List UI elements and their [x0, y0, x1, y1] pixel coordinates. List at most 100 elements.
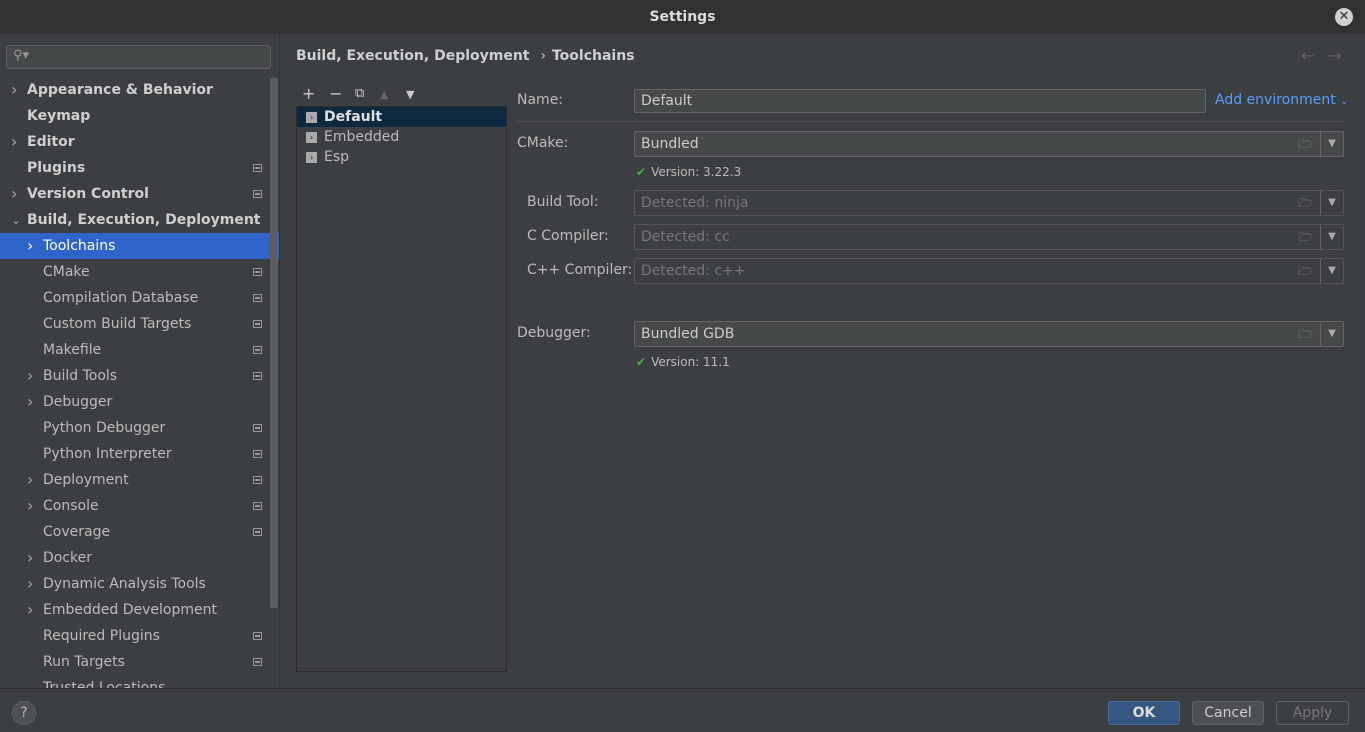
chevron-right-icon[interactable]: ›: [27, 571, 33, 597]
add-environment-link[interactable]: Add environment ⌄: [1215, 92, 1349, 108]
dropdown-arrow-icon[interactable]: ▼: [1320, 191, 1343, 215]
path-combo[interactable]: Bundled GDB 🗁 ▼: [634, 321, 1344, 347]
path-combo[interactable]: Detected: ninja 🗁 ▼: [634, 190, 1344, 216]
chevron-right-icon[interactable]: ›: [27, 597, 33, 623]
sidebar-item[interactable]: › Build Tools: [0, 363, 270, 389]
breadcrumb-current: Toolchains: [551, 48, 635, 64]
ok-button[interactable]: OK: [1108, 701, 1180, 725]
sidebar-item[interactable]: › Deployment: [0, 467, 270, 493]
dropdown-arrow-icon[interactable]: ▼: [1320, 225, 1343, 249]
path-combo[interactable]: Detected: c++ 🗁 ▼: [634, 258, 1344, 284]
chevron-right-icon[interactable]: ›: [11, 181, 17, 207]
sidebar-item-label: CMake: [43, 264, 90, 280]
sidebar-item[interactable]: Compilation Database: [0, 285, 270, 311]
sidebar-item[interactable]: Custom Build Targets: [0, 311, 270, 337]
field-value: Detected: ninja: [641, 195, 749, 211]
add-icon[interactable]: +: [302, 84, 315, 103]
folder-icon[interactable]: 🗁: [1298, 322, 1313, 346]
dropdown-arrow-icon[interactable]: ▼: [1320, 132, 1343, 156]
toolchain-label: Default: [324, 109, 383, 125]
project-settings-icon: [253, 476, 262, 484]
back-arrow-icon[interactable]: ←: [1301, 46, 1314, 65]
toolchain-icon: ›: [306, 132, 317, 143]
sidebar-item[interactable]: Plugins: [0, 155, 270, 181]
sidebar-item-label: Version Control: [27, 186, 149, 202]
sidebar-item[interactable]: Keymap: [0, 103, 270, 129]
chevron-right-icon[interactable]: ›: [27, 389, 33, 415]
field-label: C++ Compiler:: [527, 262, 633, 278]
chevron-down-icon: ⌄: [1340, 96, 1349, 107]
field-label: CMake:: [517, 135, 569, 151]
move-up-icon[interactable]: ▲: [380, 88, 388, 101]
breadcrumb-parent[interactable]: Build, Execution, Deployment: [296, 48, 530, 64]
sidebar-item[interactable]: › Debugger: [0, 389, 270, 415]
name-value: Default: [641, 93, 693, 109]
cancel-button[interactable]: Cancel: [1192, 701, 1264, 725]
divider: [517, 121, 1343, 122]
help-button[interactable]: ?: [12, 701, 36, 725]
sidebar-item[interactable]: › Docker: [0, 545, 270, 571]
copy-icon[interactable]: ⧉: [355, 86, 364, 101]
chevron-right-icon[interactable]: ›: [27, 363, 33, 389]
dropdown-arrow-icon[interactable]: ▼: [1320, 259, 1343, 283]
folder-icon[interactable]: 🗁: [1298, 259, 1313, 283]
sidebar-scrollbar[interactable]: [270, 78, 278, 608]
sidebar-item[interactable]: › Console: [0, 493, 270, 519]
chevron-right-icon[interactable]: ›: [27, 467, 33, 493]
chevron-right-icon[interactable]: ›: [27, 545, 33, 571]
sidebar-item-label: Appearance & Behavior: [27, 82, 213, 98]
toolchain-icon: ›: [306, 112, 317, 123]
path-combo[interactable]: Detected: cc 🗁 ▼: [634, 224, 1344, 250]
folder-icon[interactable]: 🗁: [1298, 132, 1313, 156]
sidebar-item[interactable]: › Dynamic Analysis Tools: [0, 571, 270, 597]
dropdown-arrow-icon[interactable]: ▼: [1320, 322, 1343, 346]
search-input[interactable]: ⚲▾: [6, 45, 271, 69]
sidebar-item[interactable]: › Editor: [0, 129, 270, 155]
project-settings-icon: [253, 424, 262, 432]
toolchain-label: Embedded: [324, 129, 400, 145]
field-value: Detected: c++: [641, 263, 746, 279]
path-combo[interactable]: Bundled 🗁 ▼: [634, 131, 1344, 157]
field-value: Bundled: [641, 136, 699, 152]
sidebar-item-label: Trusted Locations: [43, 680, 166, 688]
field-label: C Compiler:: [527, 228, 609, 244]
sidebar-item[interactable]: › Embedded Development: [0, 597, 270, 623]
move-down-icon[interactable]: ▼: [406, 88, 414, 101]
chevron-right-icon[interactable]: ›: [27, 233, 33, 259]
chevron-down-icon[interactable]: ⌄: [11, 207, 21, 233]
folder-icon[interactable]: 🗁: [1298, 191, 1313, 215]
sidebar-item[interactable]: Trusted Locations: [0, 675, 270, 688]
chevron-right-icon[interactable]: ›: [11, 129, 17, 155]
toolchain-item[interactable]: › Default: [297, 107, 506, 127]
sidebar-item[interactable]: ⌄ Build, Execution, Deployment: [0, 207, 270, 233]
chevron-right-icon[interactable]: ›: [27, 493, 33, 519]
debugger-version-text: Version: 11.1: [651, 355, 730, 369]
sidebar-item[interactable]: Required Plugins: [0, 623, 270, 649]
project-settings-icon: [253, 658, 262, 666]
sidebar-item-label: Toolchains: [43, 238, 116, 254]
apply-button[interactable]: Apply: [1276, 701, 1349, 725]
toolchain-item[interactable]: › Embedded: [297, 127, 506, 147]
folder-icon[interactable]: 🗁: [1298, 225, 1313, 249]
sidebar-item-label: Required Plugins: [43, 628, 160, 644]
remove-icon[interactable]: −: [329, 84, 342, 103]
close-button[interactable]: ✕: [1335, 8, 1353, 26]
sidebar-item-label: Deployment: [43, 472, 129, 488]
toolchain-item[interactable]: › Esp: [297, 147, 506, 167]
sidebar-item[interactable]: › Version Control: [0, 181, 270, 207]
sidebar-item[interactable]: Run Targets: [0, 649, 270, 675]
sidebar-item[interactable]: Python Interpreter: [0, 441, 270, 467]
project-settings-icon: [253, 372, 262, 380]
chevron-right-icon[interactable]: ›: [11, 77, 17, 103]
sidebar-item[interactable]: › Toolchains: [0, 233, 279, 259]
forward-arrow-icon[interactable]: →: [1328, 46, 1341, 65]
sidebar-item[interactable]: Coverage: [0, 519, 270, 545]
sidebar-item[interactable]: › Appearance & Behavior: [0, 77, 270, 103]
sidebar-item[interactable]: Makefile: [0, 337, 270, 363]
sidebar-item-label: Console: [43, 498, 99, 514]
breadcrumb-separator: ›: [540, 48, 546, 64]
name-input[interactable]: Default: [634, 89, 1206, 113]
toolchain-list: › Default › Embedded › Esp: [296, 106, 507, 672]
sidebar-item[interactable]: CMake: [0, 259, 270, 285]
sidebar-item[interactable]: Python Debugger: [0, 415, 270, 441]
